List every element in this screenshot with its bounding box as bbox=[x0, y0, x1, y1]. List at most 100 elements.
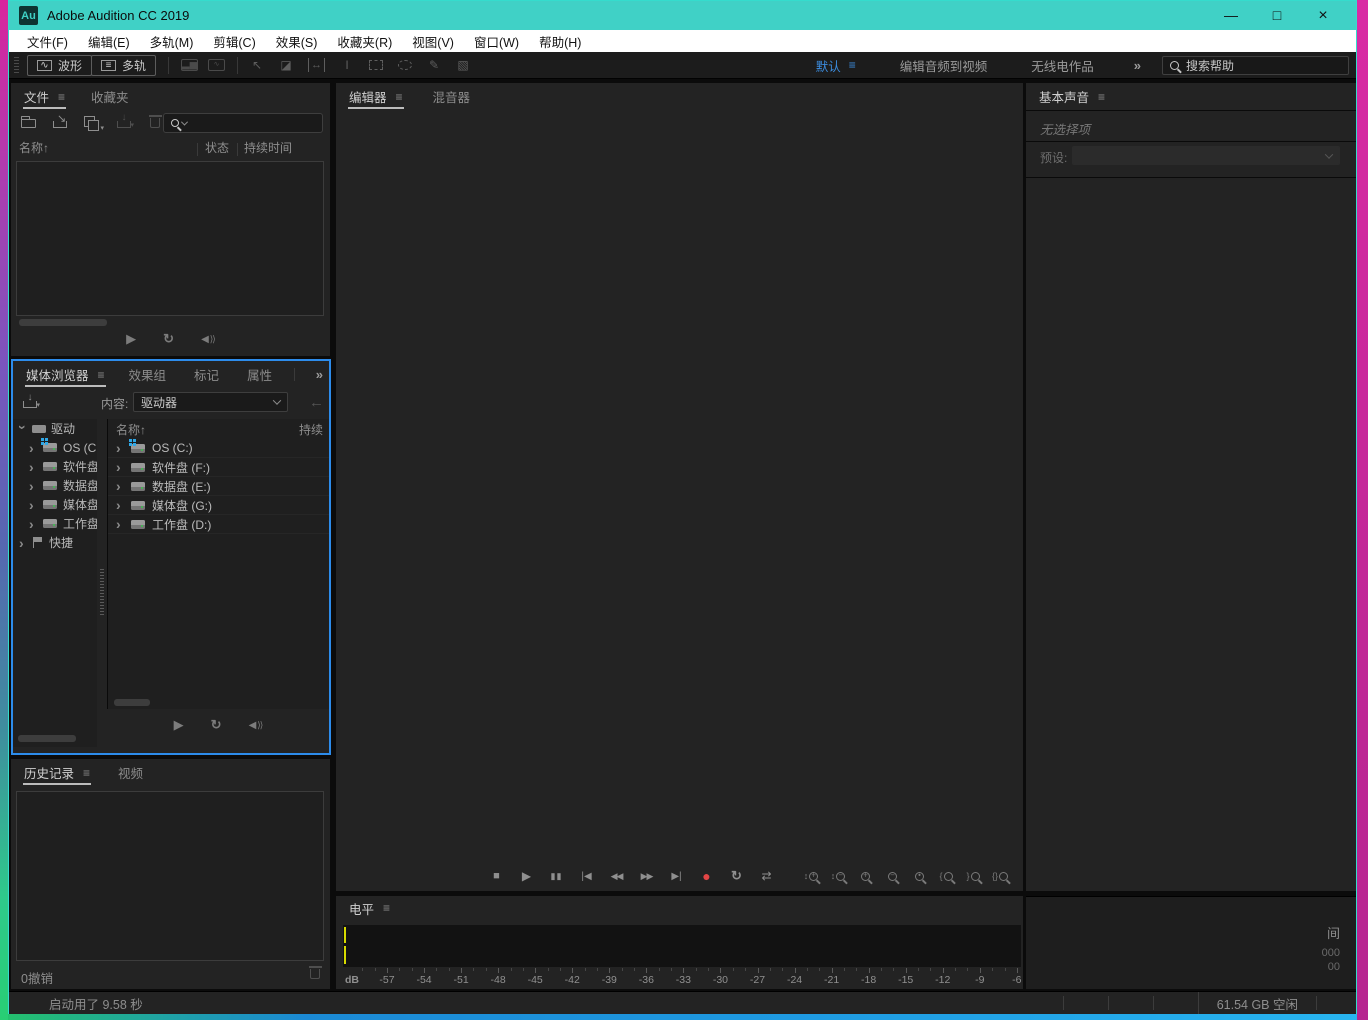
menu-item[interactable]: 多轨(M) bbox=[140, 32, 204, 51]
tab-history[interactable]: 历史记录 ≡ bbox=[24, 759, 90, 786]
rewind-button[interactable] bbox=[606, 867, 627, 885]
play-button[interactable] bbox=[174, 717, 184, 733]
maximize-button[interactable]: □ bbox=[1254, 1, 1300, 30]
go-to-end-button[interactable] bbox=[666, 867, 687, 885]
fast-forward-button[interactable] bbox=[636, 867, 657, 885]
zoom-in-vertical-button[interactable]: ↕ + bbox=[800, 867, 822, 885]
play-button[interactable] bbox=[126, 331, 136, 347]
level-meter[interactable] bbox=[343, 925, 1021, 967]
help-search-input[interactable]: 搜索帮助 bbox=[1162, 56, 1349, 75]
skip-selection-button[interactable] bbox=[756, 867, 777, 885]
save-icon[interactable]: ▾ bbox=[117, 121, 131, 128]
zoom-reset-button[interactable]: • bbox=[908, 867, 930, 885]
open-file-icon[interactable] bbox=[21, 119, 36, 128]
auto-play-button[interactable] bbox=[163, 331, 174, 347]
tab-favorites[interactable]: 收藏夹 bbox=[91, 83, 129, 110]
drive-row[interactable]: 工作盘 (D:) bbox=[108, 515, 329, 534]
menu-item[interactable]: 视图(V) bbox=[402, 32, 464, 51]
import-file-icon[interactable] bbox=[53, 121, 67, 128]
workspace-tab[interactable]: 编辑音频到视频 bbox=[900, 56, 988, 75]
toolbar-grip[interactable] bbox=[14, 57, 19, 73]
files-search-input[interactable] bbox=[163, 113, 323, 133]
panel-tab[interactable]: 标记 bbox=[194, 361, 219, 388]
close-button[interactable]: × bbox=[1300, 1, 1346, 30]
new-content-icon[interactable]: ▾ bbox=[84, 116, 100, 130]
tab-mixer[interactable]: 混音器 bbox=[433, 83, 471, 110]
panel-menu-icon[interactable]: ≡ bbox=[396, 90, 403, 104]
menu-item[interactable]: 帮助(H) bbox=[529, 32, 591, 51]
content-dropdown[interactable]: 驱动器 bbox=[133, 392, 288, 412]
horizontal-scrollbar[interactable] bbox=[19, 319, 107, 326]
column-duration[interactable]: 持续 bbox=[299, 421, 323, 438]
lasso-selection-tool-button[interactable] bbox=[398, 60, 412, 70]
tree-drive-row[interactable]: 数据盘 (E:) bbox=[13, 476, 97, 495]
menu-item[interactable]: 效果(S) bbox=[266, 32, 328, 51]
tree-drive-row[interactable]: OS (C:) bbox=[13, 438, 97, 457]
loop-playback-button[interactable] bbox=[726, 867, 747, 885]
workspace-menu-icon[interactable]: ≡ bbox=[849, 58, 856, 72]
workspace-overflow-chevron[interactable]: » bbox=[1134, 58, 1140, 73]
zoom-to-out-point-button[interactable]: } bbox=[962, 867, 984, 885]
column-name[interactable]: 名称↑ bbox=[19, 139, 49, 156]
zoom-to-selection-button[interactable]: {} bbox=[989, 867, 1011, 885]
menu-item[interactable]: 编辑(E) bbox=[78, 32, 140, 51]
marquee-selection-tool-button[interactable] bbox=[369, 60, 383, 70]
drive-row[interactable]: 数据盘 (E:) bbox=[108, 477, 329, 496]
menu-item[interactable]: 窗口(W) bbox=[464, 32, 529, 51]
stop-button[interactable] bbox=[486, 867, 507, 885]
panel-tab[interactable]: 效果组 bbox=[129, 361, 167, 388]
waveform-view-icon[interactable]: ∿ bbox=[208, 59, 225, 71]
paintbrush-tool-button[interactable]: ✎ bbox=[427, 58, 441, 72]
drive-row[interactable]: 媒体盘 (G:) bbox=[108, 496, 329, 515]
drive-row[interactable]: 软件盘 (F:) bbox=[108, 458, 329, 477]
auto-play-button[interactable] bbox=[211, 717, 222, 733]
go-to-start-button[interactable] bbox=[576, 867, 597, 885]
spectral-view-icon[interactable]: ▂▅▃ bbox=[181, 59, 198, 71]
zoom-to-in-point-button[interactable]: { bbox=[935, 867, 957, 885]
tab-media-browser[interactable]: 媒体浏览器 ≡ bbox=[26, 361, 105, 388]
volume-button[interactable] bbox=[249, 720, 263, 731]
column-status[interactable]: 状态 bbox=[205, 139, 229, 156]
column-duration[interactable]: 持续时间 bbox=[244, 139, 292, 156]
record-button[interactable] bbox=[696, 867, 717, 885]
zoom-out-vertical-button[interactable]: ↕ − bbox=[827, 867, 849, 885]
menu-item[interactable]: 文件(F) bbox=[17, 32, 78, 51]
horizontal-scrollbar[interactable] bbox=[18, 735, 76, 742]
panel-menu-icon[interactable]: ≡ bbox=[383, 901, 390, 915]
drive-row[interactable]: OS (C:) bbox=[108, 439, 329, 458]
clear-history-trash-icon[interactable] bbox=[310, 969, 320, 979]
tab-levels[interactable]: 电平 ≡ bbox=[349, 896, 390, 920]
razor-tool-button[interactable]: ◪ bbox=[279, 58, 293, 72]
menu-item[interactable]: 收藏夹(R) bbox=[327, 32, 402, 51]
tree-shortcuts-row[interactable]: 快捷 bbox=[13, 533, 97, 552]
import-media-icon[interactable]: ▾ bbox=[23, 401, 37, 408]
back-arrow-icon[interactable]: ← bbox=[309, 394, 324, 411]
panel-menu-icon[interactable]: ≡ bbox=[58, 90, 65, 104]
preset-dropdown[interactable] bbox=[1072, 146, 1340, 165]
pause-button[interactable] bbox=[546, 867, 567, 885]
menu-item[interactable]: 剪辑(C) bbox=[203, 32, 265, 51]
panel-menu-icon[interactable]: ≡ bbox=[83, 766, 90, 780]
horizontal-scrollbar[interactable] bbox=[114, 699, 150, 706]
volume-button[interactable] bbox=[201, 334, 215, 345]
play-button[interactable] bbox=[516, 867, 537, 885]
tree-root-row[interactable]: 驱动 bbox=[13, 419, 97, 438]
panel-tab[interactable]: 属性 bbox=[247, 361, 272, 388]
column-name[interactable]: 名称↑ bbox=[116, 421, 146, 438]
delete-icon[interactable] bbox=[150, 118, 160, 128]
tab-overflow-chevron[interactable]: » bbox=[316, 367, 322, 382]
minimize-button[interactable]: — bbox=[1208, 1, 1254, 30]
workspace-tab[interactable]: 无线电作品 bbox=[1031, 56, 1094, 75]
tab-video[interactable]: 视频 bbox=[118, 759, 143, 786]
tab-files[interactable]: 文件 ≡ bbox=[24, 83, 65, 110]
workspace-tab-default[interactable]: 默认 bbox=[816, 56, 841, 75]
tree-drive-row[interactable]: 软件盘 (F:) bbox=[13, 457, 97, 476]
time-selection-tool-button[interactable]: ↔ bbox=[308, 58, 325, 72]
panel-menu-icon[interactable]: ≡ bbox=[98, 368, 105, 382]
tree-drive-row[interactable]: 媒体盘 (G:) bbox=[13, 495, 97, 514]
waveform-view-button[interactable]: ∿ 波形 bbox=[27, 55, 92, 76]
move-tool-button[interactable]: ↖ bbox=[250, 58, 264, 72]
column-splitter[interactable] bbox=[97, 419, 107, 747]
multitrack-view-button[interactable]: ≡ 多轨 bbox=[91, 55, 156, 76]
zoom-in-horizontal-button[interactable]: + bbox=[854, 867, 876, 885]
